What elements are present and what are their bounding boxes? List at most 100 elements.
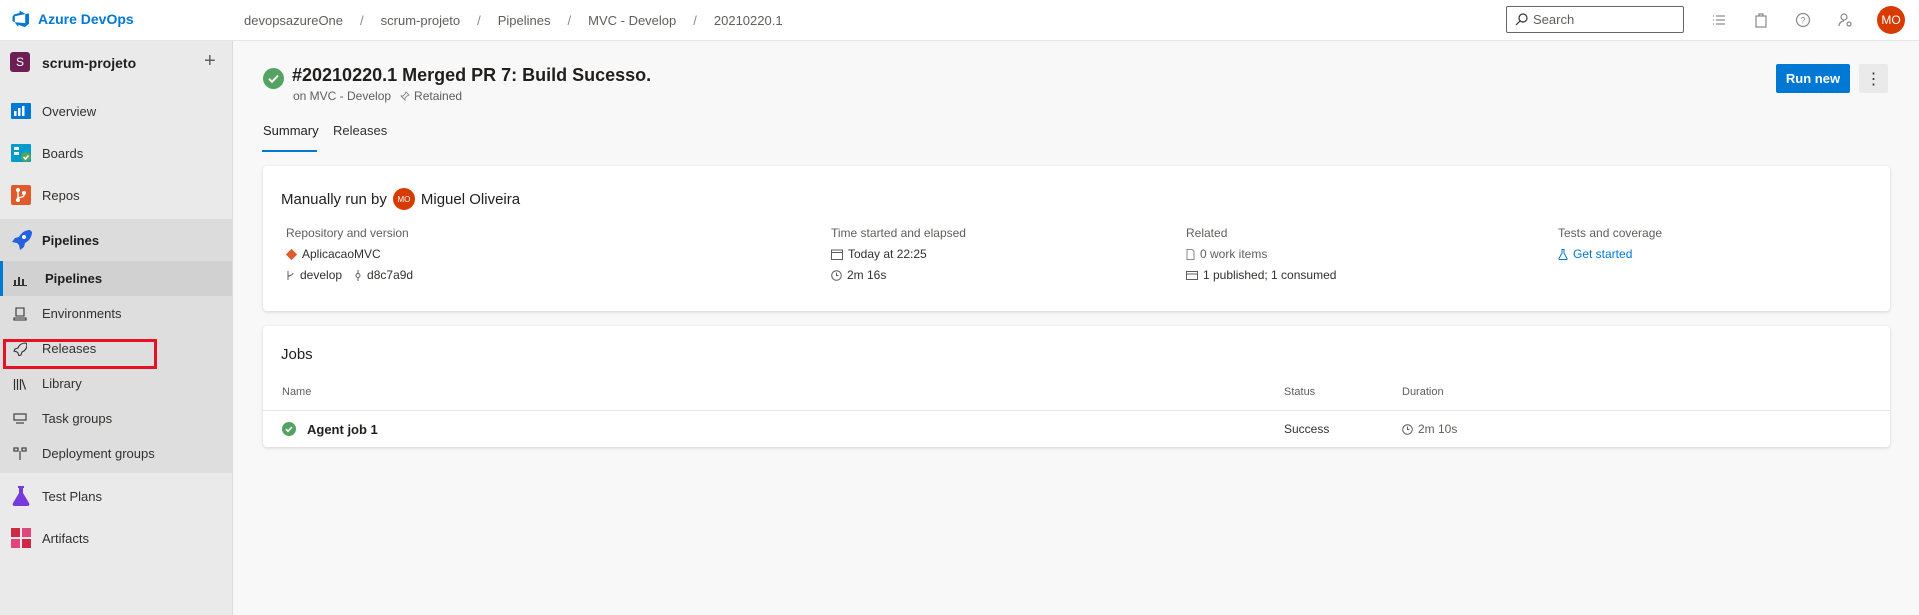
tests-column: Tests and coverage Get started <box>1558 226 1662 261</box>
repository-line: AplicacaoMVC <box>286 247 413 261</box>
overview-icon <box>11 103 31 119</box>
job-duration-value: 2m 10s <box>1418 422 1458 436</box>
clock-icon <box>831 269 842 281</box>
tab-summary[interactable]: Summary <box>263 123 319 138</box>
list-icon[interactable] <box>1711 12 1727 28</box>
sidebar-item-test-plans[interactable]: Test Plans <box>0 475 232 517</box>
artifacts-line: 1 published; 1 consumed <box>1186 268 1336 282</box>
commit-icon <box>355 269 361 281</box>
sidebar-item-task-groups[interactable]: Task groups <box>0 401 232 436</box>
brand[interactable]: Azure DevOps <box>12 10 134 28</box>
summary-card: Manually run by MO Miguel Oliveira Repos… <box>263 166 1890 311</box>
artifacts-summary[interactable]: 1 published; 1 consumed <box>1203 268 1336 282</box>
time-header: Time started and elapsed <box>831 226 966 240</box>
help-icon[interactable]: ? <box>1795 12 1811 28</box>
svg-text:?: ? <box>1800 16 1805 26</box>
user-settings-icon[interactable] <box>1837 12 1853 28</box>
run-user-name[interactable]: Miguel Oliveira <box>421 191 520 208</box>
repository-header: Repository and version <box>286 226 409 240</box>
repository-column: Repository and version AplicacaoMVC deve… <box>286 226 413 282</box>
branch-icon <box>287 270 294 280</box>
deployment-groups-icon <box>13 446 27 460</box>
get-started-label: Get started <box>1573 247 1633 261</box>
sidebar-item-overview[interactable]: Overview <box>0 90 232 132</box>
search-placeholder: Search <box>1533 12 1575 27</box>
breadcrumb-pipelines[interactable]: Pipelines <box>498 13 551 28</box>
sidebar-item-label: Artifacts <box>42 530 89 546</box>
sidebar-item-environments[interactable]: Environments <box>0 296 232 331</box>
user-avatar[interactable]: MO <box>1877 6 1905 34</box>
time-column: Time started and elapsed Today at 22:25 … <box>831 226 966 282</box>
work-items-count[interactable]: 0 work items <box>1200 247 1267 261</box>
breadcrumb-pipeline[interactable]: MVC - Develop <box>588 13 676 28</box>
sidebar-item-library[interactable]: Library <box>0 366 232 401</box>
sidebar-item-label: Test Plans <box>42 488 102 504</box>
add-icon[interactable]: + <box>204 51 216 71</box>
artifacts-icon <box>11 528 31 548</box>
search-input[interactable]: Search <box>1506 6 1684 33</box>
sidebar-item-pipelines-sub[interactable]: Pipelines <box>0 261 232 296</box>
git-repo-icon <box>286 248 297 260</box>
sidebar-item-pipelines[interactable]: Pipelines <box>0 219 232 261</box>
app-name: Azure DevOps <box>38 11 134 27</box>
column-header-name: Name <box>282 386 312 398</box>
sidebar-item-label: Library <box>42 376 82 391</box>
repository-name[interactable]: AplicacaoMVC <box>302 247 381 261</box>
library-icon <box>13 378 27 390</box>
breadcrumb: devopsazureOne / scrum-projeto / Pipelin… <box>244 13 783 28</box>
breadcrumb-separator: / <box>567 13 572 28</box>
test-beaker-icon <box>1558 248 1568 260</box>
pin-icon <box>400 91 410 101</box>
run-new-button[interactable]: Run new <box>1776 64 1850 93</box>
calendar-icon <box>831 249 843 260</box>
elapsed-line: 2m 16s <box>831 268 966 282</box>
sidebar-item-boards[interactable]: Boards <box>0 132 232 174</box>
started-line: Today at 22:25 <box>831 247 966 261</box>
column-header-duration: Duration <box>1402 386 1444 398</box>
sidebar-item-artifacts[interactable]: Artifacts <box>0 517 232 559</box>
sidebar-item-deployment-groups[interactable]: Deployment groups <box>0 436 232 471</box>
sidebar-item-label: Environments <box>42 306 122 321</box>
project-badge: S <box>10 52 30 72</box>
more-actions-button[interactable]: ⋮ <box>1859 64 1888 93</box>
commit-id[interactable]: d8c7a9d <box>367 268 413 282</box>
breadcrumb-run[interactable]: 20210220.1 <box>714 13 783 28</box>
sidebar-item-label: Repos <box>42 187 80 203</box>
run-pipeline-name[interactable]: on MVC - Develop <box>293 89 391 103</box>
clock-icon <box>1402 423 1413 435</box>
success-status-icon <box>263 68 284 89</box>
job-name: Agent job 1 <box>307 422 378 437</box>
search-icon <box>1515 13 1528 26</box>
manual-run-heading: Manually run by MO Miguel Oliveira <box>281 188 520 210</box>
project-header[interactable]: S scrum-projeto + <box>0 41 232 84</box>
branch-line: develop d8c7a9d <box>286 268 413 282</box>
start-time: Today at 22:25 <box>848 247 927 261</box>
active-tab-indicator <box>262 150 317 152</box>
breadcrumb-project[interactable]: scrum-projeto <box>381 13 460 28</box>
top-bar: Azure DevOps devopsazureOne / scrum-proj… <box>0 0 1919 41</box>
sidebar: S scrum-projeto + Overview Boards Repos <box>0 41 233 615</box>
run-user-avatar: MO <box>392 188 415 210</box>
branch-name[interactable]: develop <box>300 268 342 282</box>
boards-icon <box>11 144 31 162</box>
test-plans-icon <box>12 486 30 506</box>
job-duration: 2m 10s <box>1402 422 1457 436</box>
success-status-icon <box>282 422 296 436</box>
column-header-status: Status <box>1284 386 1316 398</box>
breadcrumb-separator: / <box>693 13 697 28</box>
jobs-card: Jobs Name Status Duration Agent job 1 Su… <box>263 326 1890 447</box>
work-items-line: 0 work items <box>1186 247 1336 261</box>
marketplace-bag-icon[interactable] <box>1753 12 1769 28</box>
sidebar-item-repos[interactable]: Repos <box>0 174 232 216</box>
breadcrumb-separator: / <box>477 13 481 28</box>
sidebar-item-label: Deployment groups <box>42 446 155 461</box>
tab-releases[interactable]: Releases <box>333 123 387 138</box>
environments-icon <box>13 306 27 321</box>
get-started-link[interactable]: Get started <box>1558 247 1662 261</box>
run-subtitle: on MVC - Develop Retained <box>293 89 462 103</box>
sidebar-item-label: Overview <box>42 103 97 119</box>
breadcrumb-org[interactable]: devopsazureOne <box>244 13 343 28</box>
jobs-title: Jobs <box>281 346 313 363</box>
job-row[interactable]: Agent job 1 Success 2m 10s <box>263 411 1890 447</box>
sidebar-item-label: Boards <box>42 145 84 161</box>
